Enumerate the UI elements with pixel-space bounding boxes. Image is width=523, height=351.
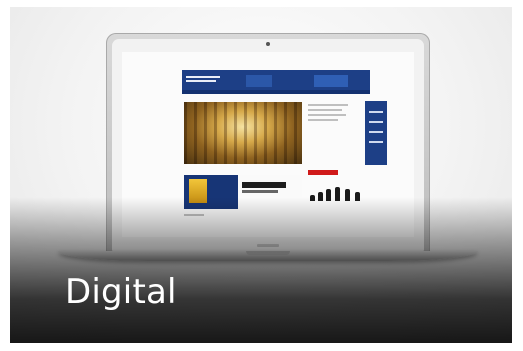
laptop-screen: [122, 52, 414, 237]
website-header: [182, 70, 370, 90]
digital-category-tile[interactable]: Digital: [10, 7, 512, 343]
website-sidebar-box: [365, 101, 387, 165]
camera-icon: [266, 42, 270, 46]
website-hero-image-overlay: [184, 102, 302, 164]
website-figures-graphic: [308, 185, 368, 201]
website-text-line: [308, 104, 348, 106]
figure-shape: [335, 187, 340, 201]
website-sidebar-line: [369, 111, 383, 113]
figure-shape: [355, 192, 360, 201]
website-header-tab: [314, 75, 348, 87]
tile-caption: Digital: [65, 272, 177, 312]
book-cover-image: [189, 179, 207, 203]
website-sidebar-line: [369, 121, 383, 123]
website-headline-banner: [238, 175, 302, 209]
website-sidebar-line: [369, 141, 383, 143]
laptop-opening-notch: [246, 251, 290, 255]
figure-shape: [318, 192, 323, 201]
website-nav-bar: [182, 90, 370, 94]
laptop-brand-label: [257, 244, 279, 247]
website-headline: [242, 182, 286, 188]
website-text-line: [308, 114, 346, 116]
laptop-lid: [106, 33, 430, 253]
website-book-banner: [184, 175, 238, 209]
website-text-line: [308, 109, 342, 111]
website-logo: [186, 76, 220, 78]
website-footer-line: [184, 214, 204, 216]
website-sidebar-line: [369, 131, 383, 133]
figure-shape: [310, 195, 315, 201]
website-subheadline: [242, 190, 278, 193]
laptop-image: [58, 33, 478, 273]
laptop-bezel: [112, 39, 424, 251]
website-red-tag: [308, 170, 338, 175]
website-text-line: [308, 119, 338, 121]
figure-shape: [326, 189, 331, 201]
figure-shape: [345, 189, 350, 201]
website-logo-subline: [186, 80, 216, 82]
website-header-tab: [246, 75, 272, 87]
